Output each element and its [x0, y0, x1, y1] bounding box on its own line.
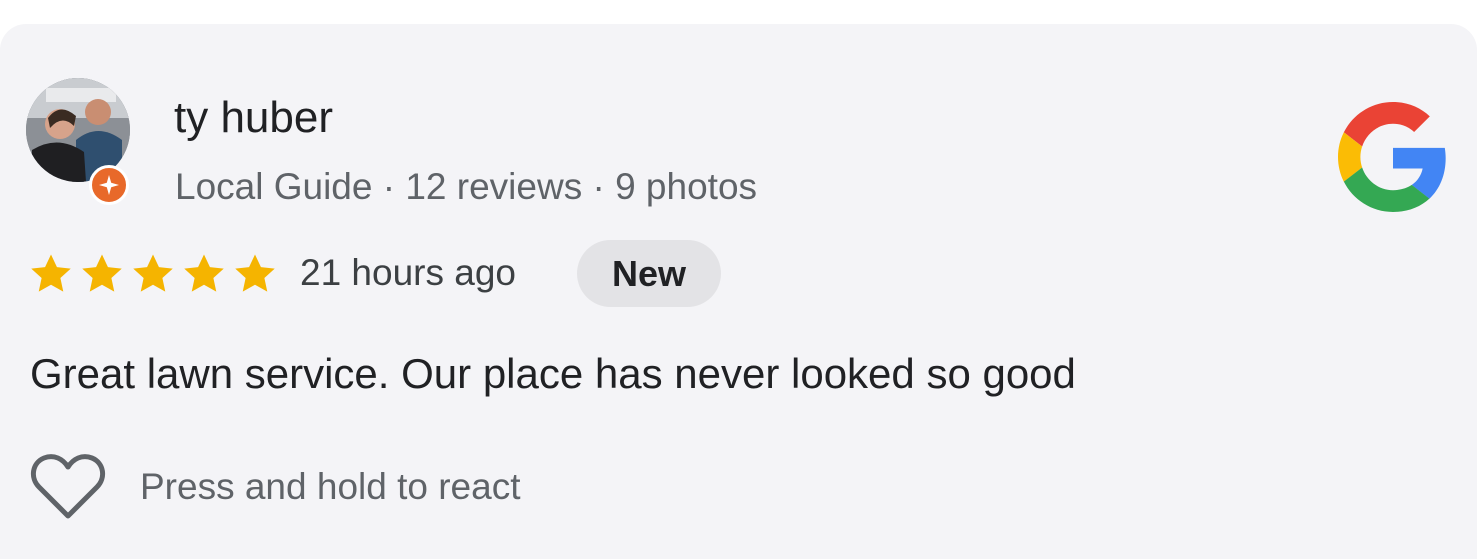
star-icon: [235, 254, 275, 292]
star-icon: [133, 254, 173, 292]
heart-icon[interactable]: [30, 452, 106, 522]
local-guide-badge-icon: [89, 165, 129, 205]
review-time: 21 hours ago: [300, 252, 517, 293]
react-hint: Press and hold to react: [140, 466, 521, 507]
star-icon: [82, 254, 122, 292]
review-card: ty huber Local Guide · 12 reviews · 9 ph…: [0, 24, 1477, 559]
react-button[interactable]: Press and hold to react: [30, 449, 521, 525]
star-icon: [184, 254, 224, 292]
reviewer-meta: Local Guide · 12 reviews · 9 photos: [175, 166, 758, 207]
reviewer-name[interactable]: ty huber: [174, 92, 333, 144]
star-icon: [31, 254, 71, 292]
google-g-logo: [1338, 102, 1448, 212]
review-text: Great lawn service. Our place has never …: [30, 350, 1076, 397]
new-badge: New: [577, 240, 721, 307]
star-rating: [28, 251, 278, 297]
